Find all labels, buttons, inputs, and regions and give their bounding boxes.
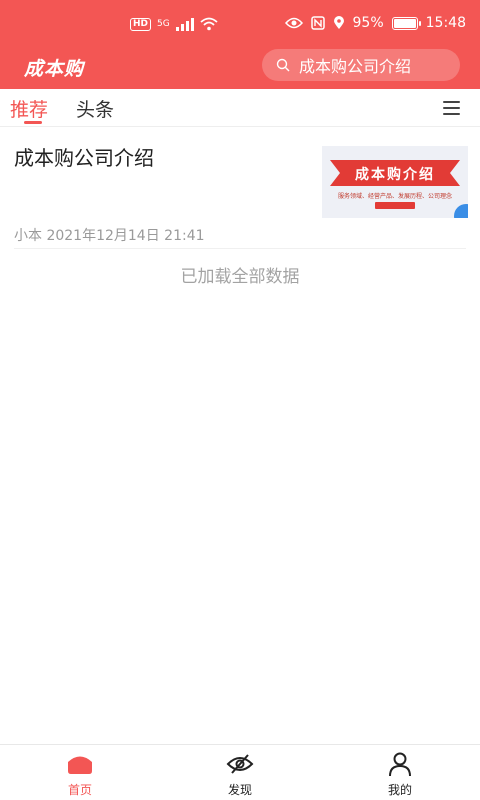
nav-home-label: 首页 [67,783,92,797]
tab-recommend[interactable]: 推荐 [10,95,48,122]
nav-discover[interactable]: 发现 [200,751,280,799]
app-logo: 成本购 [24,58,85,80]
article-meta: 小本 2021年12月14日 21:41 [14,228,205,244]
menu-icon[interactable] [443,101,460,115]
app-header: 成本购 成本购公司介绍 [0,44,480,89]
clock: 15:48 [425,15,466,31]
status-bar: HD 5G 95% 15:48 [0,0,480,44]
thumbnail-subtitle: 服务领域、经营产品、发展历程、公司理念 [337,193,452,200]
battery-icon [391,16,421,30]
article-thumbnail: 成本购介绍 服务领域、经营产品、发展历程、公司理念 [322,146,468,218]
nav-profile-label: 我的 [387,783,412,797]
home-icon [68,756,92,774]
thumbnail-decoration [454,204,468,218]
search-bar[interactable]: 成本购公司介绍 [262,49,460,81]
thumbnail-badge [375,202,415,209]
thumbnail-ribbon: 成本购介绍 [330,160,460,186]
tab-headlines[interactable]: 头条 [76,95,114,122]
thumbnail-title: 成本购介绍 [355,167,435,183]
category-tabs: 推荐 头条 [0,89,480,127]
nav-home[interactable]: 首页 [40,751,120,799]
article-card[interactable]: 成本购公司介绍 成本购介绍 服务领域、经营产品、发展历程、公司理念 小本 202… [0,128,480,249]
eye-icon [284,17,303,29]
profile-icon [389,752,411,777]
search-placeholder: 成本购公司介绍 [299,57,412,76]
nav-discover-label: 发现 [227,783,252,797]
search-icon [276,58,290,72]
network-type: 5G [157,19,170,29]
signal-icon [175,17,194,31]
hd-icon: HD [130,17,152,31]
top-bar: HD 5G 95% 15:48 成本购 成本购公司介绍 [0,0,480,89]
bottom-nav: 首页 发现 我的 [0,744,480,800]
article-title: 成本购公司介绍 [14,146,154,170]
wifi-icon [200,17,218,31]
feed-end-text: 已加载全部数据 [180,267,300,287]
battery-percent: 95% [352,15,384,31]
divider [14,248,466,249]
location-icon [333,16,344,29]
nav-profile[interactable]: 我的 [360,751,440,799]
discover-icon [226,754,254,774]
nfc-icon [310,16,325,30]
active-tab-indicator [24,121,42,124]
